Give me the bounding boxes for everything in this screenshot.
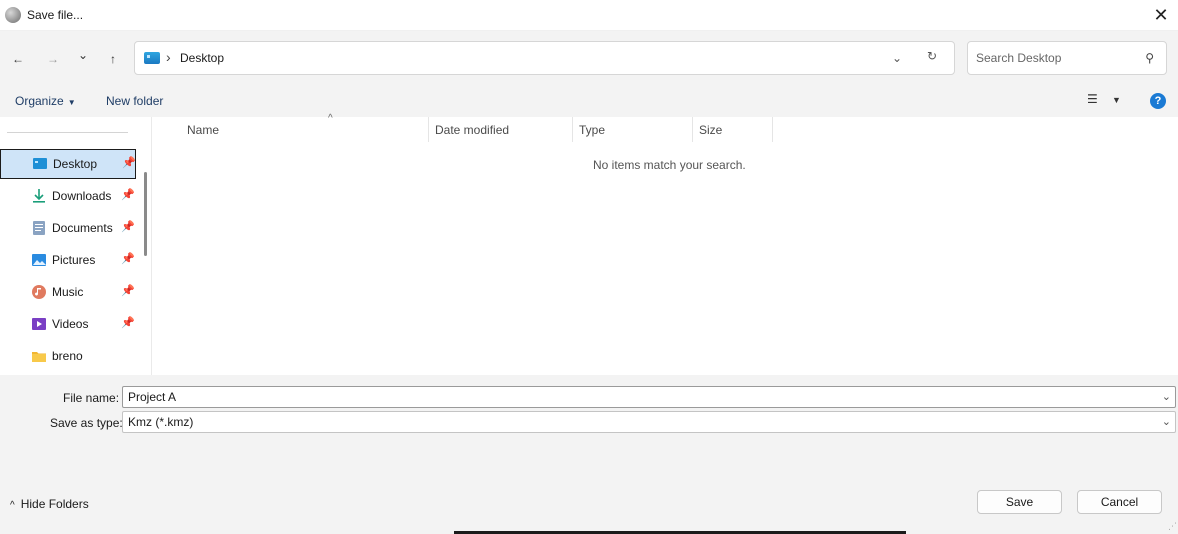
pictures-icon — [32, 254, 46, 266]
column-header-label: Size — [699, 123, 723, 137]
sort-ascending-icon: ^ — [328, 113, 333, 124]
navigation-pane: Desktop 📌 Downloads 📌 Documents 📌 Pictur… — [0, 117, 152, 375]
chevron-up-icon: ^ — [10, 500, 15, 511]
column-header-name[interactable]: ^ Name — [181, 113, 429, 142]
view-caret-icon[interactable]: ▼ — [1112, 95, 1121, 105]
back-arrow-icon[interactable]: ← — [7, 48, 29, 70]
pin-icon: 📌 — [121, 189, 135, 201]
videos-icon — [32, 318, 46, 330]
organize-caret-icon: ▼ — [67, 98, 76, 107]
file-name-field[interactable]: Project A ⌄ — [122, 386, 1176, 408]
music-icon — [32, 285, 46, 299]
address-dropdown-icon[interactable]: ⌄ — [892, 51, 902, 65]
help-icon[interactable]: ? — [1150, 93, 1166, 109]
chevron-down-icon[interactable]: ⌄ — [1162, 415, 1171, 428]
view-options-icon[interactable]: ☰ — [1087, 92, 1098, 106]
sidebar-item-pictures[interactable]: Pictures 📌 — [0, 245, 136, 275]
save-as-type-label: Save as type: — [50, 416, 123, 430]
sidebar-item-breno[interactable]: breno — [0, 341, 136, 371]
pin-icon: 📌 — [121, 253, 135, 265]
cancel-button[interactable]: Cancel — [1077, 490, 1162, 514]
close-icon[interactable]: ✕ — [1150, 4, 1172, 26]
column-header-size[interactable]: Size — [693, 117, 773, 142]
document-icon — [33, 221, 45, 235]
desktop-icon — [33, 158, 47, 169]
save-as-type-value: Kmz (*.kmz) — [128, 415, 194, 429]
sidebar-item-label: Downloads — [52, 189, 112, 203]
recent-locations-chevron-icon[interactable]: ⌄ — [72, 44, 94, 66]
sidebar-item-label: Music — [52, 285, 84, 299]
pin-icon: 📌 — [121, 285, 135, 297]
app-globe-icon — [5, 7, 21, 23]
search-placeholder: Search Desktop — [976, 51, 1062, 65]
address-bar[interactable]: › Desktop ⌄ ↻ — [134, 41, 955, 75]
sidebar-item-downloads[interactable]: Downloads 📌 — [0, 181, 136, 211]
column-header-type[interactable]: Type — [573, 117, 693, 142]
save-form: File name: Project A ⌄ Save as type: Kmz… — [0, 375, 1178, 534]
chevron-down-icon[interactable]: ⌄ — [1162, 390, 1171, 403]
search-input[interactable]: Search Desktop ⚲ — [967, 41, 1167, 75]
organize-button[interactable]: Organize ▼ — [15, 94, 76, 108]
download-icon — [33, 189, 45, 203]
sidebar-item-videos[interactable]: Videos 📌 — [0, 309, 136, 339]
empty-state-message: No items match your search. — [593, 158, 746, 172]
resize-grip-icon[interactable]: ⋰ — [1168, 521, 1177, 532]
pin-icon: 📌 — [121, 317, 135, 329]
column-header-label: Type — [579, 123, 606, 137]
sidebar-item-documents[interactable]: Documents 📌 — [0, 213, 136, 243]
sidebar-item-label: Videos — [52, 317, 89, 331]
sidebar-item-label: Pictures — [52, 253, 96, 267]
breadcrumb-desktop[interactable]: Desktop — [180, 51, 224, 65]
hide-folders-label: Hide Folders — [20, 497, 89, 511]
new-folder-button[interactable]: New folder — [106, 94, 163, 108]
file-list: ^ Name Date modified Type Size No items … — [153, 113, 1178, 375]
forward-arrow-icon[interactable]: → — [42, 48, 64, 70]
up-arrow-icon[interactable]: ↑ — [102, 48, 124, 70]
refresh-icon[interactable]: ↻ — [927, 49, 937, 63]
title-bar: Save file... ✕ — [0, 0, 1178, 31]
search-icon[interactable]: ⚲ — [1145, 51, 1154, 65]
column-header-date-modified[interactable]: Date modified — [429, 117, 573, 142]
folder-icon — [32, 352, 46, 362]
save-as-type-select[interactable]: Kmz (*.kmz) ⌄ — [122, 411, 1176, 433]
sidebar-item-label: Documents — [52, 221, 113, 235]
save-button[interactable]: Save — [977, 490, 1062, 514]
pin-icon: 📌 — [121, 221, 135, 233]
hide-folders-button[interactable]: ^ Hide Folders — [10, 497, 89, 511]
sidebar-item-desktop[interactable]: Desktop 📌 — [0, 149, 136, 179]
organize-label: Organize — [15, 94, 64, 108]
pin-icon: 📌 — [122, 157, 136, 169]
sidebar-item-label: Desktop — [53, 157, 98, 171]
sidebar-item-label: breno — [52, 349, 83, 363]
column-header-label: Date modified — [435, 123, 510, 137]
command-bar: Organize ▼ New folder ☰ ▼ ? — [0, 85, 1178, 117]
window-title: Save file... — [27, 8, 84, 22]
breadcrumb-separator-icon: › — [166, 49, 171, 65]
file-name-label: File name: — [63, 391, 120, 405]
sidebar-item-music[interactable]: Music 📌 — [0, 277, 136, 307]
column-header-label: Name — [187, 123, 220, 137]
sidebar-scrollbar[interactable] — [144, 172, 147, 256]
sidebar-divider — [7, 132, 128, 133]
navigation-bar: ← → ⌄ ↑ › Desktop ⌄ ↻ Search Desktop ⚲ — [0, 31, 1178, 85]
desktop-icon — [144, 52, 160, 64]
file-name-value: Project A — [128, 390, 177, 404]
